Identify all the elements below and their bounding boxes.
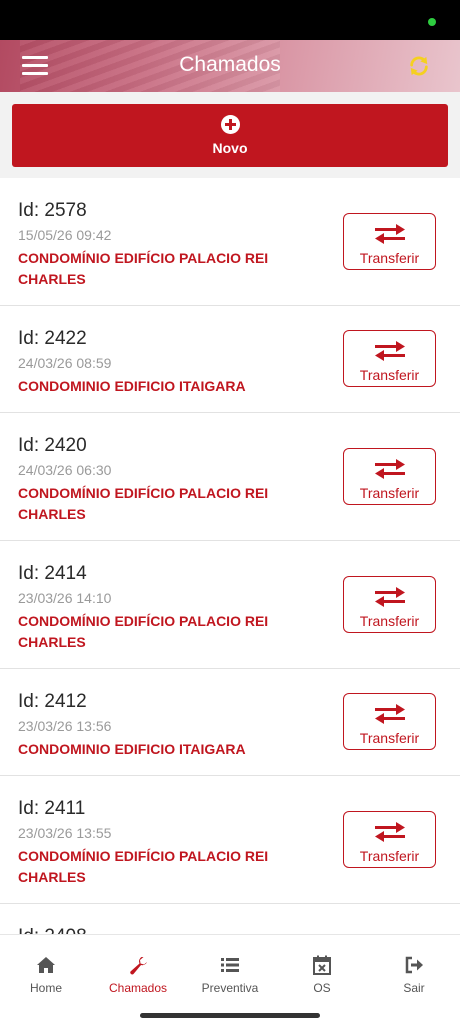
ticket-client-name: CONDOMÍNIO EDIFÍCIO PALACIO REI CHARLES [18, 613, 269, 650]
new-ticket-button[interactable]: Novo [12, 104, 448, 167]
transfer-arrows-icon [375, 341, 405, 361]
ticket-row[interactable]: Id: 2422 24/03/26 08:59 CONDOMINIO EDIFICI… [0, 306, 460, 413]
ticket-id: Id: 2411 [18, 798, 86, 819]
ticket-client-name: CONDOMÍNIO EDIFÍCIO PALACIO REI CHARLES [18, 250, 269, 287]
ticket-row[interactable]: Id: 2578 15/05/26 09:42 CONDOMÍNIO EDIFÍCI… [0, 178, 460, 306]
ticket-id: Id: 2412 [18, 691, 87, 712]
ticket-client-name: CONDOMÍNIO EDIFÍCIO PALACIO REI CHARLES [18, 485, 269, 522]
home-icon [37, 957, 55, 973]
ticket-id: Id: 2408 [18, 926, 87, 934]
transfer-label: Transferir [359, 848, 420, 864]
nav-label-preventiva: Preventiva [201, 981, 259, 995]
wrench-icon [130, 957, 147, 975]
status-indicator-dot [428, 18, 436, 26]
ticket-row[interactable]: Id: 2411 23/03/26 13:55 CONDOMÍNIO EDIFÍCI… [0, 776, 460, 904]
ticket-id: Id: 2420 [18, 435, 87, 456]
ticket-date: 23/03/26 14:10 [18, 590, 112, 606]
transfer-button[interactable]: Transferir [343, 693, 436, 750]
ticket-row[interactable]: Id: 2412 23/03/26 13:56 CONDOMINIO EDIFICI… [0, 669, 460, 776]
nav-label-sair: Sair [403, 981, 425, 995]
ticket-row[interactable]: Id: 2420 24/03/26 06:30 CONDOMÍNIO EDIFÍCI… [0, 413, 460, 541]
nav-item-home[interactable]: Home [0, 935, 92, 1005]
transfer-arrows-icon [375, 459, 405, 479]
ticket-date: 24/03/26 06:30 [18, 462, 112, 478]
ticket-id: Id: 2578 [18, 200, 87, 221]
nav-label-home: Home [29, 981, 62, 995]
transfer-button[interactable]: Transferir [343, 576, 436, 633]
transfer-arrows-icon [375, 822, 405, 842]
app-header: Chamados [0, 40, 460, 92]
nav-item-os[interactable]: OS [276, 935, 368, 1005]
status-bar [0, 0, 460, 40]
transfer-button[interactable]: Transferir [343, 811, 436, 868]
sign-out-icon [405, 956, 423, 974]
transfer-label: Transferir [359, 485, 420, 501]
page-title: Chamados [179, 53, 281, 76]
calendar-x-icon [313, 955, 331, 975]
bottom-navigation: Home Chamados Preventiva OS Sair [0, 934, 460, 1024]
transfer-label: Transferir [359, 613, 420, 629]
ticket-client-name: CONDOMÍNIO EDIFÍCIO PALACIO REI CHARLES [18, 848, 269, 885]
nav-item-sair[interactable]: Sair [368, 935, 460, 1005]
ticket-client-name: CONDOMINIO EDIFICIO ITAIGARA [18, 378, 246, 394]
ticket-date: 24/03/26 08:59 [18, 355, 112, 371]
ticket-client-name: CONDOMINIO EDIFICIO ITAIGARA [18, 741, 246, 757]
ticket-row[interactable]: Id: 2408 [0, 904, 460, 934]
nav-label-chamados: Chamados [108, 981, 168, 995]
transfer-arrows-icon [375, 224, 405, 244]
transfer-label: Transferir [359, 730, 420, 746]
nav-label-os: OS [313, 981, 331, 995]
ticket-id: Id: 2422 [18, 328, 87, 349]
new-ticket-area: Novo [0, 92, 460, 178]
list-icon [221, 958, 239, 972]
transfer-arrows-icon [375, 704, 405, 724]
plus-circle-icon [221, 115, 240, 134]
transfer-arrows-icon [375, 587, 405, 607]
ticket-date: 15/05/26 09:42 [18, 227, 112, 243]
transfer-button[interactable]: Transferir [343, 330, 436, 387]
ticket-date: 23/03/26 13:56 [18, 718, 112, 734]
transfer-button[interactable]: Transferir [343, 213, 436, 270]
home-indicator [140, 1013, 320, 1018]
transfer-button[interactable]: Transferir [343, 448, 436, 505]
ticket-id: Id: 2414 [18, 563, 87, 584]
ticket-list: Id: 2578 15/05/26 09:42 CONDOMÍNIO EDIFÍCI… [0, 178, 460, 934]
nav-item-chamados[interactable]: Chamados [92, 935, 184, 1005]
ticket-row[interactable]: Id: 2414 23/03/26 14:10 CONDOMÍNIO EDIFÍCI… [0, 541, 460, 669]
transfer-label: Transferir [359, 367, 420, 383]
new-ticket-label: Novo [212, 140, 248, 156]
ticket-date: 23/03/26 13:55 [18, 825, 112, 841]
refresh-icon[interactable] [408, 55, 430, 77]
transfer-label: Transferir [359, 250, 420, 266]
nav-item-preventiva[interactable]: Preventiva [184, 935, 276, 1005]
